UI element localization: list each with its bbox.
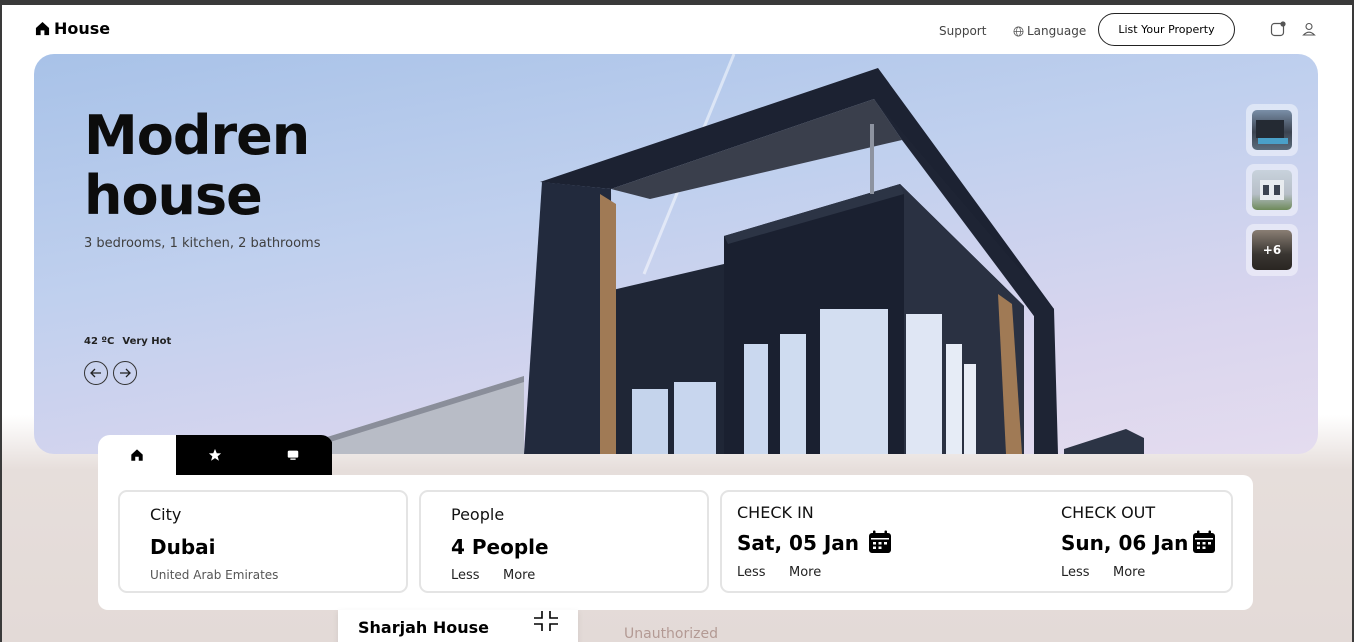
people-label: People: [451, 505, 505, 524]
arrow-left-icon: [90, 368, 101, 378]
checkin-more-button[interactable]: More: [789, 565, 821, 580]
photo-thumbnail-1[interactable]: [1246, 104, 1298, 156]
list-your-property-button[interactable]: List Your Property: [1098, 13, 1235, 46]
status-message: Unauthorized: [624, 626, 718, 642]
language-selector[interactable]: Language: [1013, 24, 1086, 38]
checkout-calendar-icon[interactable]: [1192, 530, 1216, 554]
tab-favorites[interactable]: [176, 435, 254, 475]
people-value: 4 People: [451, 535, 549, 559]
category-tabs: [98, 435, 333, 475]
city-label: City: [150, 505, 182, 524]
hero-subtitle: 3 bedrooms, 1 kitchen, 2 bathrooms: [84, 236, 321, 251]
support-link[interactable]: Support: [939, 24, 986, 38]
hero-title-line2: house: [84, 164, 263, 227]
home-icon: [35, 21, 50, 36]
window-left-border: [0, 0, 2, 642]
more-photos-count: +6: [1262, 243, 1282, 257]
people-selector: People 4 People Less More: [419, 490, 709, 593]
search-panel: City Dubai United Arab Emirates People 4…: [98, 475, 1253, 610]
more-photos-thumbnail[interactable]: +6: [1246, 224, 1298, 276]
date-selector: CHECK IN Sat, 05 Jan Less More CHECK OUT…: [720, 490, 1233, 593]
notification-icon[interactable]: [1270, 21, 1286, 37]
star-icon: [208, 448, 222, 461]
language-label: Language: [1027, 24, 1087, 38]
temperature: 42 ºC: [84, 336, 115, 347]
arrow-right-icon: [120, 368, 131, 378]
people-more-button[interactable]: More: [503, 568, 535, 583]
city-selector[interactable]: City Dubai United Arab Emirates: [118, 490, 408, 593]
people-less-button[interactable]: Less: [451, 568, 480, 583]
window-top-border: [0, 0, 1354, 5]
photo-thumbnail-2[interactable]: [1246, 164, 1298, 216]
checkout-more-button[interactable]: More: [1113, 565, 1145, 580]
checkout-label: CHECK OUT: [1061, 503, 1156, 522]
checkout-value[interactable]: Sun, 06 Jan: [1061, 531, 1188, 555]
hero-title: Modren house: [84, 106, 384, 226]
city-country: United Arab Emirates: [150, 568, 279, 582]
hero-title-line1: Modren: [84, 104, 310, 167]
collapse-icon[interactable]: [532, 609, 560, 633]
checkin-less-button[interactable]: Less: [737, 565, 766, 580]
globe-icon: [1013, 26, 1024, 36]
weather-info: 42 ºC Very Hot: [84, 336, 171, 347]
brand-logo[interactable]: House: [35, 19, 110, 38]
checkin-label: CHECK IN: [737, 503, 814, 522]
property-card-title: Sharjah House: [358, 618, 489, 637]
checkin-value[interactable]: Sat, 05 Jan: [737, 531, 859, 555]
hero-banner: Modren house 3 bedrooms, 1 kitchen, 2 ba…: [34, 54, 1318, 454]
tab-media[interactable]: [254, 435, 332, 475]
home-icon: [131, 449, 143, 461]
property-card[interactable]: Sharjah House: [338, 610, 578, 642]
previous-button[interactable]: [84, 361, 108, 385]
city-value: Dubai: [150, 535, 216, 559]
tab-home[interactable]: [98, 435, 176, 475]
next-button[interactable]: [113, 361, 137, 385]
tv-icon: [287, 450, 299, 460]
checkin-calendar-icon[interactable]: [868, 530, 892, 554]
weather-label: Very Hot: [122, 336, 172, 347]
user-icon[interactable]: [1302, 22, 1316, 36]
checkout-less-button[interactable]: Less: [1061, 565, 1090, 580]
brand-name: House: [54, 19, 111, 38]
